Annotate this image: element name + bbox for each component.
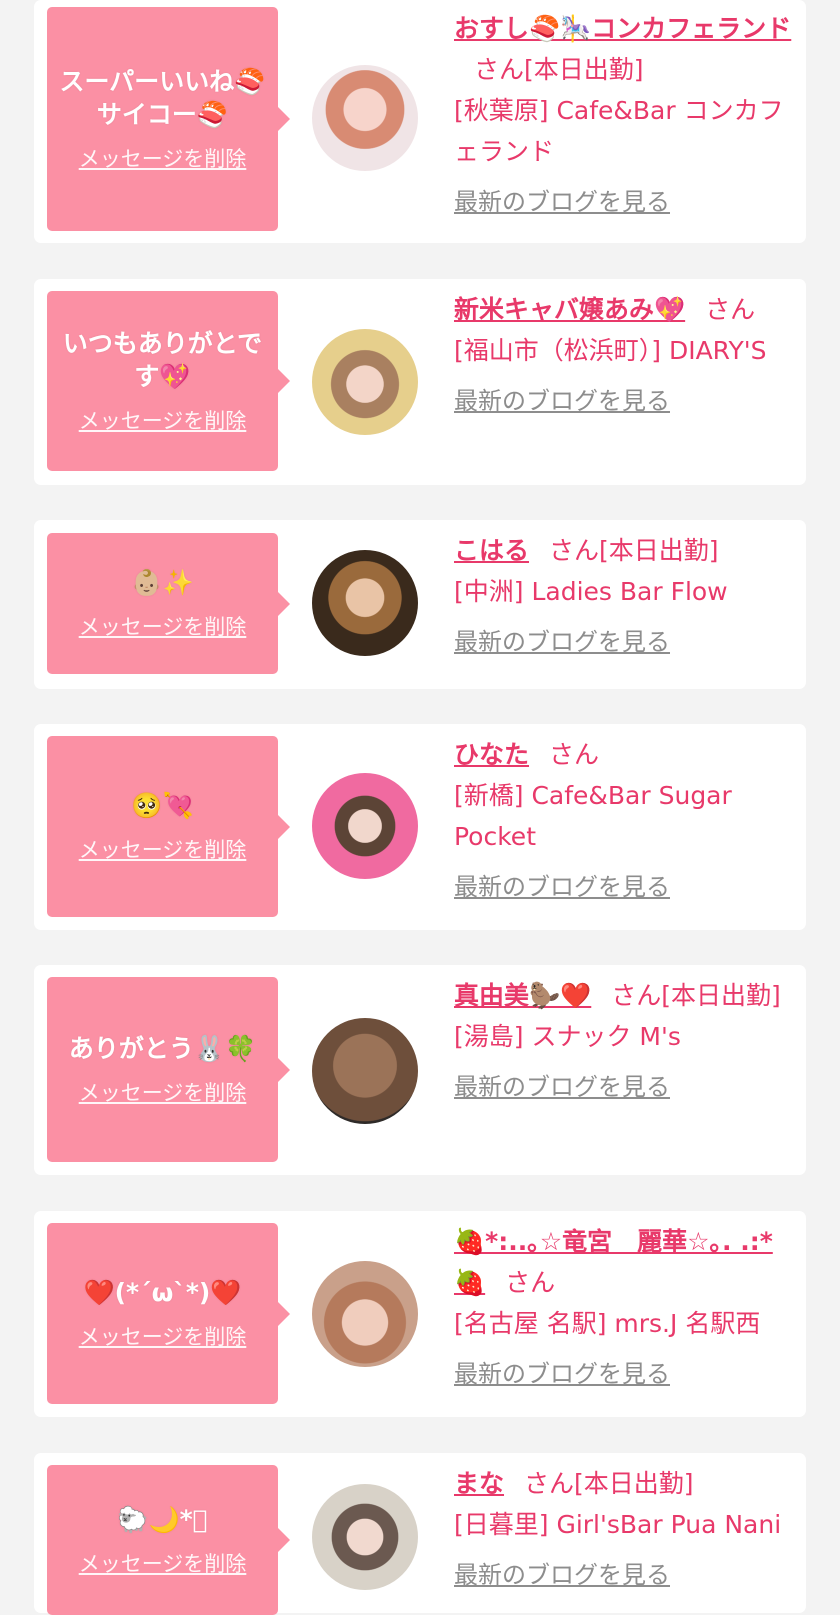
delete-message-link[interactable]: メッセージを削除 [79, 611, 247, 641]
profile-info: 新米キャバ嬢あみ💖 さん [福山市（松浜町）] DIARY'S 最新のブログを見る [454, 289, 794, 422]
message-list: スーパーいいね🍣サイコー🍣 メッセージを削除 おすし🍣🎠コンカフェランドさん[本… [0, 0, 840, 1615]
honorific: さん [611, 981, 662, 1010]
list-item: スーパーいいね🍣サイコー🍣 メッセージを削除 おすし🍣🎠コンカフェランドさん[本… [34, 0, 806, 243]
avatar[interactable] [312, 1261, 418, 1367]
latest-blog-link[interactable]: 最新のブログを見る [454, 381, 670, 422]
message-text: 🥺💘 [131, 791, 194, 820]
avatar[interactable] [312, 773, 418, 879]
list-item: いつもありがとです💖 メッセージを削除 新米キャバ嬢あみ💖 さん [福山市（松浜町… [34, 279, 806, 485]
latest-blog-link[interactable]: 最新のブログを見る [454, 867, 670, 908]
message-bubble: 🐑🌙*ﾟ メッセージを削除 [47, 1465, 290, 1615]
profile-name-link[interactable]: 真由美🦫❤️ [454, 981, 591, 1010]
work-status: [本日出勤] [599, 536, 719, 565]
list-item: ❤️(*´ω`*)❤️ メッセージを削除 🍓*:..｡☆竜宮 麗華☆｡. .:*… [34, 1211, 806, 1417]
message-bubble: スーパーいいね🍣サイコー🍣 メッセージを削除 [47, 7, 290, 231]
message-text: スーパーいいね🍣サイコー🍣 [59, 67, 266, 129]
work-status: [本日出勤] [574, 1469, 694, 1498]
honorific: さん [505, 1268, 556, 1297]
honorific: さん [705, 295, 756, 324]
profile-info: こはる さん[本日出勤] [中洲] Ladies Bar Flow 最新のブログを… [454, 530, 794, 663]
delete-message-link[interactable]: メッセージを削除 [79, 1548, 247, 1578]
delete-message-link[interactable]: メッセージを削除 [79, 1077, 247, 1107]
list-item: ありがとう🐰🍀 メッセージを削除 真由美🦫❤️ さん[本日出勤] [湯島] スナッ… [34, 965, 806, 1175]
profile-name-link[interactable]: 新米キャバ嬢あみ💖 [454, 295, 685, 324]
avatar[interactable] [312, 1484, 418, 1590]
list-item: 👶🏼✨ メッセージを削除 こはる さん[本日出勤] [中洲] Ladies Bar… [34, 520, 806, 689]
message-text: いつもありがとです💖 [62, 329, 263, 391]
message-text: ありがとう🐰🍀 [68, 1034, 257, 1063]
profile-info: おすし🍣🎠コンカフェランドさん[本日出勤] [秋葉原] Cafe&Bar コンカ… [454, 8, 794, 223]
work-status: [本日出勤] [524, 55, 644, 84]
profile-name-link[interactable]: 🍓*:..｡☆竜宮 麗華☆｡. .:*🍓 [454, 1227, 773, 1297]
shop-name: [日暮里] Girl'sBar Pua Nani [454, 1510, 782, 1539]
latest-blog-link[interactable]: 最新のブログを見る [454, 622, 670, 663]
work-status: [本日出勤] [661, 981, 781, 1010]
latest-blog-link[interactable]: 最新のブログを見る [454, 1555, 670, 1596]
avatar[interactable] [312, 65, 418, 171]
latest-blog-link[interactable]: 最新のブログを見る [454, 182, 670, 223]
avatar[interactable] [312, 1018, 418, 1124]
avatar[interactable] [312, 550, 418, 656]
profile-name-link[interactable]: ひなた [454, 740, 529, 769]
message-bubble: いつもありがとです💖 メッセージを削除 [47, 291, 290, 471]
latest-blog-link[interactable]: 最新のブログを見る [454, 1354, 670, 1395]
honorific: さん [549, 536, 600, 565]
honorific: さん [549, 740, 600, 769]
shop-name: [中洲] Ladies Bar Flow [454, 577, 728, 606]
message-bubble: ❤️(*´ω`*)❤️ メッセージを削除 [47, 1223, 290, 1404]
shop-name: [湯島] スナック M's [454, 1022, 681, 1051]
honorific: さん [474, 55, 525, 84]
delete-message-link[interactable]: メッセージを削除 [79, 143, 247, 173]
shop-name: [新橋] Cafe&Bar Sugar Pocket [454, 781, 732, 851]
list-item: 🐑🌙*ﾟ メッセージを削除 まな さん[本日出勤] [日暮里] Girl'sBar… [34, 1453, 806, 1615]
profile-info: 🍓*:..｡☆竜宮 麗華☆｡. .:*🍓 さん [名古屋 名駅] mrs.J 名駅… [454, 1221, 794, 1395]
shop-name: [秋葉原] Cafe&Bar コンカフェランド [454, 96, 784, 166]
profile-name-link[interactable]: こはる [454, 536, 529, 565]
shop-name: [名古屋 名駅] mrs.J 名駅西 [454, 1309, 761, 1338]
message-bubble: ありがとう🐰🍀 メッセージを削除 [47, 977, 290, 1162]
delete-message-link[interactable]: メッセージを削除 [79, 1321, 247, 1351]
shop-name: [福山市（松浜町）] DIARY'S [454, 336, 767, 365]
avatar[interactable] [312, 329, 418, 435]
delete-message-link[interactable]: メッセージを削除 [79, 834, 247, 864]
profile-info: ひなた さん [新橋] Cafe&Bar Sugar Pocket 最新のブログを… [454, 734, 794, 908]
message-text: ❤️(*´ω`*)❤️ [83, 1278, 242, 1307]
latest-blog-link[interactable]: 最新のブログを見る [454, 1067, 670, 1108]
delete-message-link[interactable]: メッセージを削除 [79, 405, 247, 435]
honorific: さん [524, 1469, 575, 1498]
profile-name-link[interactable]: まな [454, 1469, 504, 1498]
profile-name-link[interactable]: おすし🍣🎠コンカフェランド [454, 14, 791, 43]
profile-info: まな さん[本日出勤] [日暮里] Girl'sBar Pua Nani 最新のブ… [454, 1463, 794, 1596]
message-text: 🐑🌙*ﾟ [117, 1504, 208, 1534]
message-bubble: 🥺💘 メッセージを削除 [47, 736, 290, 917]
list-item: 🥺💘 メッセージを削除 ひなた さん [新橋] Cafe&Bar Sugar Po… [34, 724, 806, 930]
profile-info: 真由美🦫❤️ さん[本日出勤] [湯島] スナック M's 最新のブログを見る [454, 975, 794, 1108]
message-bubble: 👶🏼✨ メッセージを削除 [47, 533, 290, 674]
message-text: 👶🏼✨ [131, 568, 194, 597]
